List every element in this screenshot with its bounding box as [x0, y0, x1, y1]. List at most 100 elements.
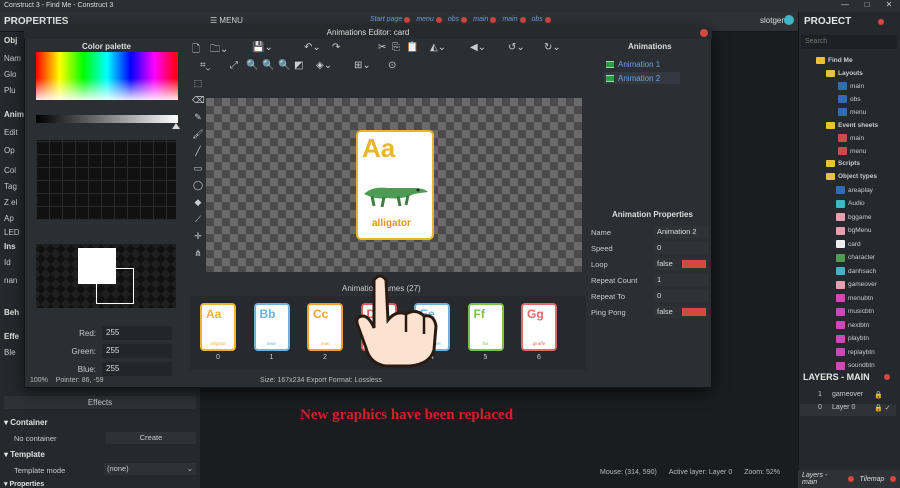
project-tree-item[interactable]: bggame — [836, 213, 872, 221]
property-value[interactable]: 1 — [654, 274, 708, 286]
template-header[interactable]: ▾ Template — [4, 450, 45, 459]
project-tree-item[interactable]: nextbtn — [836, 321, 869, 329]
rectangle-icon[interactable]: ▭ — [192, 163, 204, 175]
project-close-icon[interactable] — [878, 19, 884, 25]
project-tree-item[interactable]: Scripts — [826, 160, 860, 167]
animation-frame[interactable]: Cc cow — [307, 303, 343, 351]
property-value[interactable]: false — [654, 306, 708, 318]
project-tree-item[interactable]: replaybtn — [836, 348, 875, 356]
property-value[interactable]: false — [654, 258, 708, 270]
editor-close-button[interactable] — [700, 29, 708, 37]
tab-layers-main[interactable]: Layers - main — [802, 472, 842, 486]
tab-menu[interactable]: menu — [416, 16, 442, 23]
red-input[interactable]: 255 — [102, 326, 172, 340]
property-value[interactable]: Animation 2 — [654, 226, 708, 238]
project-tree-item[interactable]: Find Me — [816, 57, 853, 64]
user-avatar[interactable] — [784, 15, 794, 25]
project-tree-item[interactable]: soundbtn — [836, 361, 875, 370]
maximize-button[interactable]: □ — [856, 0, 878, 12]
image-points-icon[interactable]: ◩ — [294, 60, 303, 71]
menu-button[interactable]: ☰ MENU — [210, 16, 243, 25]
project-tree-item[interactable]: card — [836, 240, 861, 248]
animation-item-1[interactable]: Animation 1 — [604, 58, 680, 70]
flip-horizontal-icon[interactable]: ◭⌄ — [430, 42, 446, 53]
project-tree-item[interactable]: menu — [838, 108, 866, 116]
ellipse-icon[interactable]: ◯ — [192, 180, 204, 192]
layer-row[interactable]: 0 Layer 0 🔒 ✓ — [800, 404, 896, 416]
blue-input[interactable]: 255 — [102, 362, 172, 376]
tab-start-page[interactable]: Start page — [370, 16, 411, 23]
color-swatches[interactable] — [36, 140, 176, 220]
slider-handle[interactable] — [172, 123, 180, 129]
line-icon[interactable]: ╱ — [192, 146, 204, 158]
tab-tilemap[interactable]: Tilemap — [860, 476, 885, 483]
rotate-right-icon[interactable]: ↻⌄ — [544, 42, 561, 53]
create-container-button[interactable]: Create — [106, 432, 196, 444]
zoom-in-icon[interactable]: 🔍 — [246, 60, 258, 71]
image-point-icon[interactable]: ✛ — [192, 231, 204, 243]
polygon-icon[interactable]: ⋔ — [192, 248, 204, 260]
effects-button[interactable]: Effects — [4, 396, 196, 409]
copy-icon[interactable]: ⎘ — [392, 42, 400, 53]
animation-item-2[interactable]: Animation 2 — [604, 72, 680, 84]
project-tree-item[interactable]: danhsach — [836, 267, 876, 275]
redo-icon[interactable]: ↷ — [332, 42, 340, 53]
tab-obs[interactable]: obs — [448, 16, 468, 23]
project-tree-item[interactable]: Audio — [836, 199, 865, 208]
grayscale-slider[interactable] — [36, 115, 178, 123]
project-search-input[interactable]: Search — [801, 35, 897, 49]
toggle-indicator[interactable] — [682, 260, 706, 268]
project-tree-item[interactable]: musicbtn — [836, 307, 874, 316]
undo-icon[interactable]: ↶⌄ — [304, 42, 321, 53]
project-tree-item[interactable]: main — [838, 82, 864, 90]
animation-frame[interactable]: Ff fox — [467, 303, 504, 351]
green-input[interactable]: 255 — [102, 344, 172, 358]
crop-icon[interactable]: ⌗⌄ — [200, 60, 210, 71]
secondary-color-swatch[interactable] — [96, 268, 134, 304]
project-tree-item[interactable]: character — [836, 253, 875, 262]
save-icon[interactable]: 💾⌄ — [252, 42, 273, 53]
close-window-button[interactable]: ✕ — [878, 0, 900, 12]
open-folder-icon[interactable]: 🗀⌄ — [210, 42, 228, 59]
property-value[interactable]: 0 — [654, 242, 708, 254]
toggle-indicator[interactable] — [682, 308, 706, 316]
property-value[interactable]: 0 — [654, 290, 708, 302]
container-header[interactable]: ▾ Container — [4, 418, 48, 427]
grid-icon[interactable]: ⊞⌄ — [354, 60, 371, 71]
cut-icon[interactable]: ✂ — [378, 42, 386, 53]
color-picker-icon[interactable]: ⟋ — [192, 214, 204, 226]
layers-icon[interactable]: ◈⌄ — [316, 60, 332, 71]
template-mode-select[interactable]: (none) ⌄ — [104, 463, 196, 475]
project-tree-item[interactable]: playbtn — [836, 334, 869, 343]
project-tree-item[interactable]: menu — [838, 147, 866, 155]
zoom-out-icon[interactable]: 🔍 — [262, 60, 274, 71]
pencil-icon[interactable]: ✎ — [192, 112, 204, 124]
minimize-button[interactable]: — — [834, 0, 856, 12]
rectangle-select-icon[interactable]: ⬚ — [192, 78, 204, 90]
project-tree-item[interactable]: menubtn — [836, 294, 873, 302]
rotate-left-icon[interactable]: ↺⌄ — [508, 42, 525, 53]
flip-vertical-icon[interactable]: ◀⌄ — [470, 42, 486, 53]
project-tree-item[interactable]: obs — [838, 95, 860, 103]
animation-frame[interactable]: Aa alligator — [200, 303, 236, 351]
project-tree-item[interactable]: bgMenu — [836, 226, 872, 235]
tab-obs-events[interactable]: obs — [532, 16, 551, 23]
tab-main[interactable]: main — [473, 16, 497, 23]
paste-icon[interactable]: 📋 — [406, 42, 418, 53]
brush-icon[interactable]: 🖌 — [192, 129, 204, 141]
resize-icon[interactable]: ⤢ — [230, 60, 238, 71]
tab-main-events[interactable]: main — [502, 16, 526, 23]
user-name[interactable]: slotgen — [760, 16, 786, 25]
project-tree-item[interactable]: Event sheets — [826, 122, 878, 129]
zoom-reset-icon[interactable]: 🔍 — [278, 60, 290, 71]
layers-close-icon[interactable] — [884, 374, 890, 380]
fill-icon[interactable]: ◆ — [192, 197, 204, 209]
project-tree-item[interactable]: main — [838, 134, 864, 142]
project-tree-item[interactable]: gameover — [836, 280, 877, 289]
eraser-icon[interactable]: ⌫ — [192, 95, 205, 107]
project-tree-item[interactable]: areaplay — [836, 186, 873, 194]
project-tree-item[interactable]: Object types — [826, 173, 877, 180]
animation-frame[interactable]: Bb bear — [253, 303, 290, 351]
layer-row[interactable]: 1 gameover 🔒 — [800, 391, 896, 403]
color-spectrum[interactable] — [36, 52, 178, 100]
